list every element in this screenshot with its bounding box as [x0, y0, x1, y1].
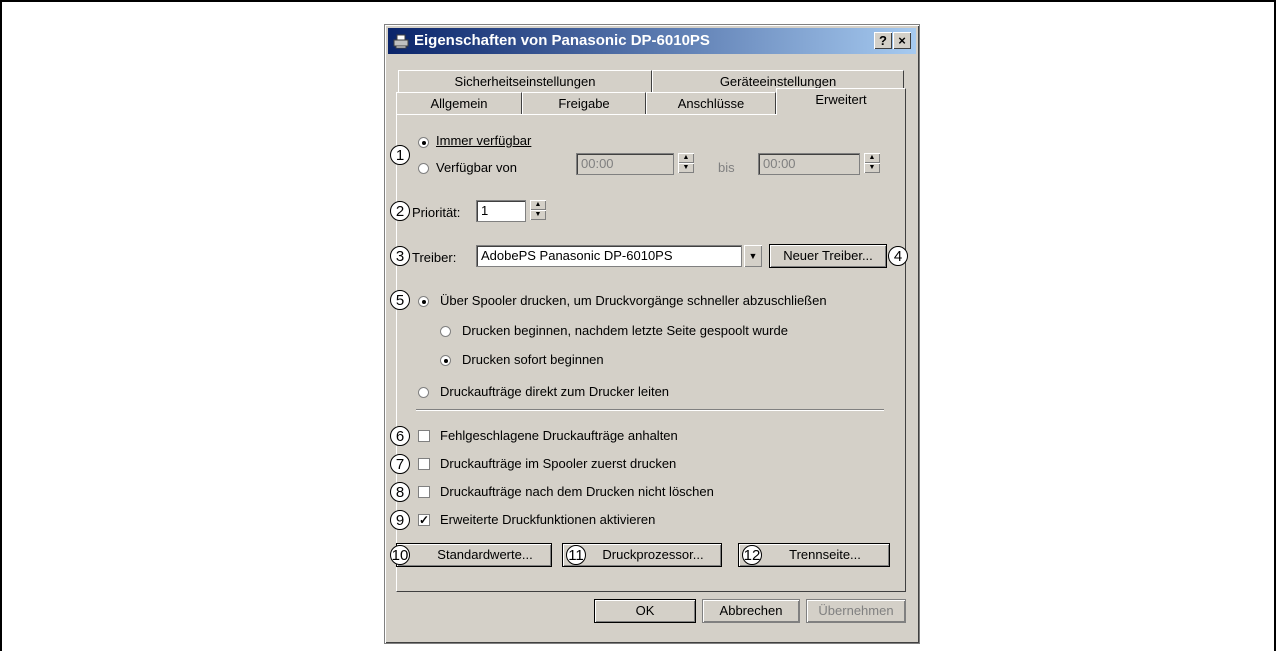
title-bar[interactable]: Eigenschaften von Panasonic DP-6010PS ? … [388, 28, 916, 54]
callout-8: 8 [390, 482, 410, 502]
after-last-page-label: Drucken beginnen, nachdem letzte Seite g… [462, 323, 788, 338]
available-from-radio[interactable] [418, 163, 429, 174]
advanced-features-label: Erweiterte Druckfunktionen aktivieren [440, 512, 656, 527]
ok-button[interactable]: OK [594, 599, 696, 623]
always-available-label: Immer verfügbar [436, 133, 532, 148]
always-available-radio[interactable] [418, 137, 429, 148]
driver-select[interactable]: AdobePS Panasonic DP-6010PS [476, 245, 742, 267]
callout-7: 7 [390, 454, 410, 474]
print-spooled-first-label: Druckaufträge im Spooler zuerst drucken [440, 456, 677, 471]
callout-2: 2 [390, 201, 410, 221]
print-immediately-label: Drucken sofort beginnen [462, 352, 604, 367]
callout-1: 1 [390, 145, 410, 165]
close-button[interactable]: × [893, 32, 911, 49]
priority-field[interactable]: 1 [476, 200, 526, 222]
tab-erweitert[interactable]: Erweitert [776, 88, 906, 115]
tab-allgemein[interactable]: Allgemein [396, 92, 522, 114]
callout-9: 9 [390, 510, 410, 530]
callout-4: 4 [888, 246, 908, 266]
defaults-button[interactable]: Standardwerte... [396, 543, 552, 567]
apply-button[interactable]: Übernehmen [806, 599, 906, 623]
priority-label: Priorität: [412, 205, 461, 220]
printer-icon [393, 34, 409, 49]
new-driver-button[interactable]: Neuer Treiber... [769, 244, 887, 268]
keep-printed-label: Druckaufträge nach dem Drucken nicht lös… [440, 484, 714, 499]
from-time-spinner[interactable]: ▲ ▼ [678, 153, 694, 175]
print-direct-label: Druckaufträge direkt zum Drucker leiten [440, 384, 670, 399]
callout-12: 12 [742, 545, 762, 565]
print-immediately-radio[interactable] [440, 355, 451, 366]
callout-5: 5 [390, 290, 410, 310]
tab-sicherheitseinstellungen[interactable]: Sicherheitseinstellungen [398, 70, 652, 92]
from-time-field[interactable]: 00:00 [576, 153, 674, 175]
window-title: Eigenschaften von Panasonic DP-6010PS [414, 32, 710, 49]
driver-dropdown-arrow[interactable]: ▼ [744, 245, 762, 267]
to-label: bis [718, 160, 735, 175]
spool-label: Über Spooler drucken, um Druckvorgänge s… [440, 293, 827, 308]
hold-mismatched-checkbox[interactable] [418, 430, 430, 442]
spool-radio[interactable] [418, 296, 429, 307]
priority-spinner[interactable]: ▲ ▼ [530, 200, 546, 222]
callout-11: 11 [566, 545, 586, 565]
hold-mismatched-label: Fehlgeschlagene Druckaufträge anhalten [440, 428, 678, 443]
separator-line [416, 409, 884, 411]
advanced-features-checkbox[interactable]: ✓ [418, 514, 430, 526]
callout-3: 3 [390, 246, 410, 266]
cancel-button[interactable]: Abbrechen [702, 599, 800, 623]
tab-freigabe[interactable]: Freigabe [522, 92, 646, 114]
help-button[interactable]: ? [874, 32, 892, 49]
tab-anschluesse[interactable]: Anschlüsse [646, 92, 776, 114]
callout-6: 6 [390, 426, 410, 446]
print-spooled-first-checkbox[interactable] [418, 458, 430, 470]
driver-label: Treiber: [412, 250, 457, 265]
available-from-label: Verfügbar von [436, 160, 517, 175]
print-processor-button[interactable]: Druckprozessor... [562, 543, 722, 567]
keep-printed-checkbox[interactable] [418, 486, 430, 498]
to-time-spinner[interactable]: ▲ ▼ [864, 153, 880, 175]
after-last-page-radio[interactable] [440, 326, 451, 337]
print-direct-radio[interactable] [418, 387, 429, 398]
callout-10: 10 [390, 545, 410, 565]
to-time-field[interactable]: 00:00 [758, 153, 860, 175]
